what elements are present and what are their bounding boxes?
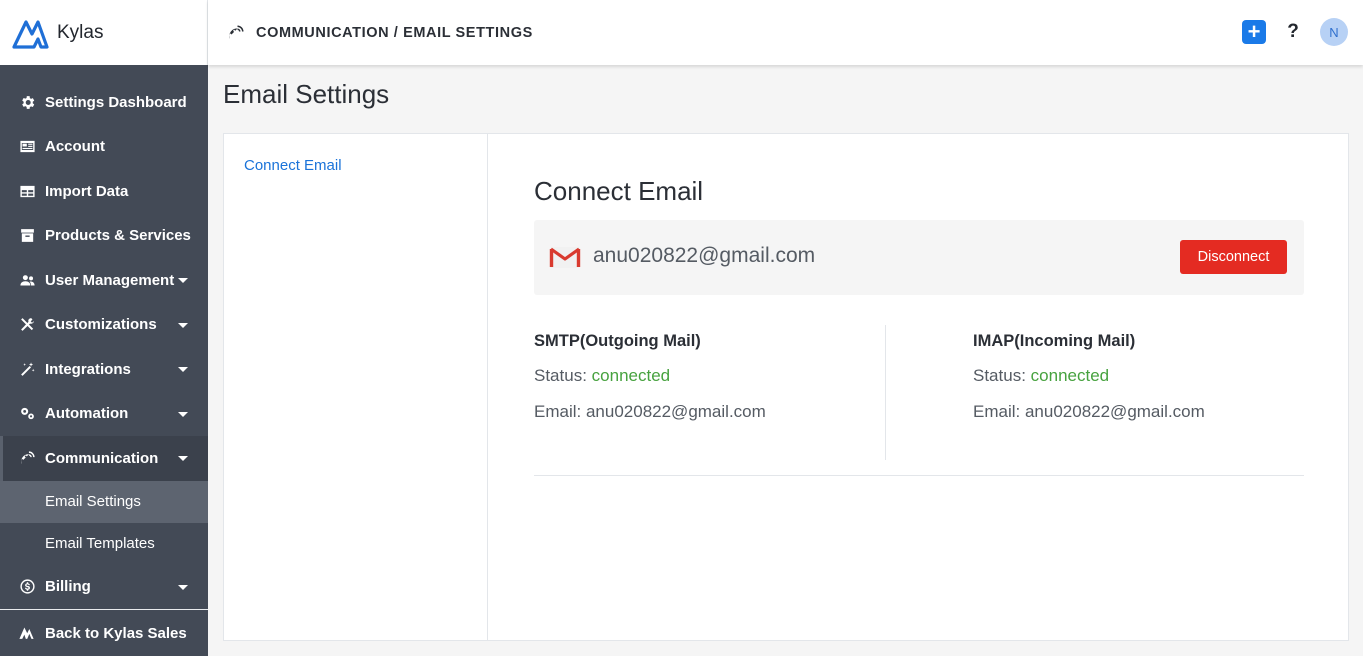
back-to-kylas-sales-link[interactable]: Back to Kylas Sales — [0, 609, 208, 656]
top-header: COMMUNICATION / EMAIL SETTINGS + ? N — [208, 0, 1363, 65]
imap-status-block: IMAP(Incoming Mail) Status: connected Em… — [973, 332, 1313, 438]
sidebar-item-import-data[interactable]: Import Data — [0, 169, 208, 214]
sidebar-item-integrations[interactable]: Integrations — [0, 347, 208, 392]
imap-status-value: connected — [1030, 366, 1110, 385]
imap-email-label: Email: — [973, 402, 1021, 421]
satellite-dish-icon — [227, 24, 245, 42]
sidebar-item-settings-dashboard[interactable]: Settings Dashboard — [0, 80, 208, 125]
sidebar-item-label: Settings Dashboard — [45, 93, 187, 111]
smtp-email-row: Email: anu020822@gmail.com — [534, 402, 874, 422]
page-title: Email Settings — [223, 79, 390, 109]
cogs-icon — [18, 405, 36, 423]
connected-email: anu020822@gmail.com — [593, 244, 816, 267]
chevron-down-icon — [178, 584, 188, 590]
imap-email-value: anu020822@gmail.com — [1024, 402, 1205, 421]
dollar-circle-icon — [18, 578, 36, 596]
magic-wand-icon — [18, 360, 36, 378]
imap-title: IMAP(Incoming Mail) — [973, 332, 1136, 350]
account-card-icon — [18, 138, 36, 156]
connected-account-card: anu020822@gmail.com Disconnect — [534, 220, 1304, 295]
smtp-email-value: anu020822@gmail.com — [585, 402, 766, 421]
sidebar-item-billing[interactable]: Billing — [0, 565, 208, 610]
smtp-email-label: Email: — [534, 402, 582, 421]
chevron-down-icon — [178, 278, 188, 284]
brand[interactable]: Kylas — [0, 0, 208, 65]
column-divider — [885, 325, 886, 460]
sidebar-item-label: Customizations — [45, 316, 157, 334]
imap-status-label: Status: — [973, 366, 1026, 385]
sidebar-item-label: Account — [45, 138, 105, 156]
sidebar-item-label: User Management — [45, 271, 175, 289]
sidebar-item-label: Billing — [45, 578, 91, 596]
sidebar-item-communication[interactable]: Communication — [0, 436, 208, 481]
add-button[interactable]: + — [1242, 20, 1266, 44]
header-actions: + ? N — [1242, 18, 1348, 46]
settings-left-nav: Connect Email — [224, 134, 488, 640]
imap-email-row: Email: anu020822@gmail.com — [973, 402, 1313, 422]
settings-panel: Connect Email Connect Email anu020822@gm… — [223, 133, 1349, 641]
smtp-title: SMTP(Outgoing Mail) — [534, 332, 701, 350]
sidebar-item-account[interactable]: Account — [0, 125, 208, 170]
chevron-down-icon — [178, 322, 188, 328]
sidebar-item-label: Products & Services — [45, 227, 191, 245]
back-label: Back to Kylas Sales — [45, 624, 187, 642]
gmail-icon — [549, 247, 581, 268]
sidebar-item-label: Automation — [45, 405, 129, 423]
imap-status-row: Status: connected — [973, 366, 1313, 386]
chevron-down-icon — [178, 411, 188, 417]
sidebar-subitem-label: Email Templates — [45, 535, 155, 552]
chevron-down-icon — [178, 367, 188, 373]
table-icon — [18, 182, 36, 200]
help-icon[interactable]: ? — [1285, 21, 1301, 43]
avatar[interactable]: N — [1320, 18, 1348, 46]
brand-name: Kylas — [57, 21, 104, 43]
sidebar-item-label: Import Data — [45, 182, 129, 200]
section-divider — [534, 475, 1304, 476]
sidebar-item-label: Integrations — [45, 360, 131, 378]
smtp-status-label: Status: — [534, 366, 587, 385]
sidebar-subitem-email-settings[interactable]: Email Settings — [0, 480, 208, 523]
box-icon — [18, 227, 36, 245]
sidebar-item-user-management[interactable]: User Management — [0, 258, 208, 303]
sidebar-item-automation[interactable]: Automation — [0, 392, 208, 437]
sidebar-item-customizations[interactable]: Customizations — [0, 303, 208, 348]
smtp-status-value: connected — [591, 366, 671, 385]
tools-icon — [18, 316, 36, 334]
breadcrumb: COMMUNICATION / EMAIL SETTINGS — [256, 24, 533, 41]
sidebar-item-label: Communication — [45, 449, 159, 467]
chevron-down-icon — [178, 456, 188, 462]
disconnect-button[interactable]: Disconnect — [1180, 240, 1287, 274]
sidebar-nav: Settings Dashboard Account Import Data P… — [0, 80, 208, 609]
sidebar-item-products-services[interactable]: Products & Services — [0, 214, 208, 259]
sidebar-subitem-email-templates[interactable]: Email Templates — [0, 522, 208, 565]
sidebar: Kylas Settings Dashboard Account Import … — [0, 0, 208, 656]
gear-icon — [18, 93, 36, 111]
satellite-dish-icon — [18, 449, 36, 467]
sidebar-subitem-label: Email Settings — [45, 493, 141, 510]
users-icon — [18, 271, 36, 289]
smtp-status-row: Status: connected — [534, 366, 874, 386]
section-title: Connect Email — [534, 176, 704, 206]
kylas-mini-logo-icon — [18, 624, 36, 642]
kylas-logo-icon — [12, 19, 49, 49]
connect-email-link[interactable]: Connect Email — [244, 157, 342, 174]
smtp-status-block: SMTP(Outgoing Mail) Status: connected Em… — [534, 332, 874, 438]
